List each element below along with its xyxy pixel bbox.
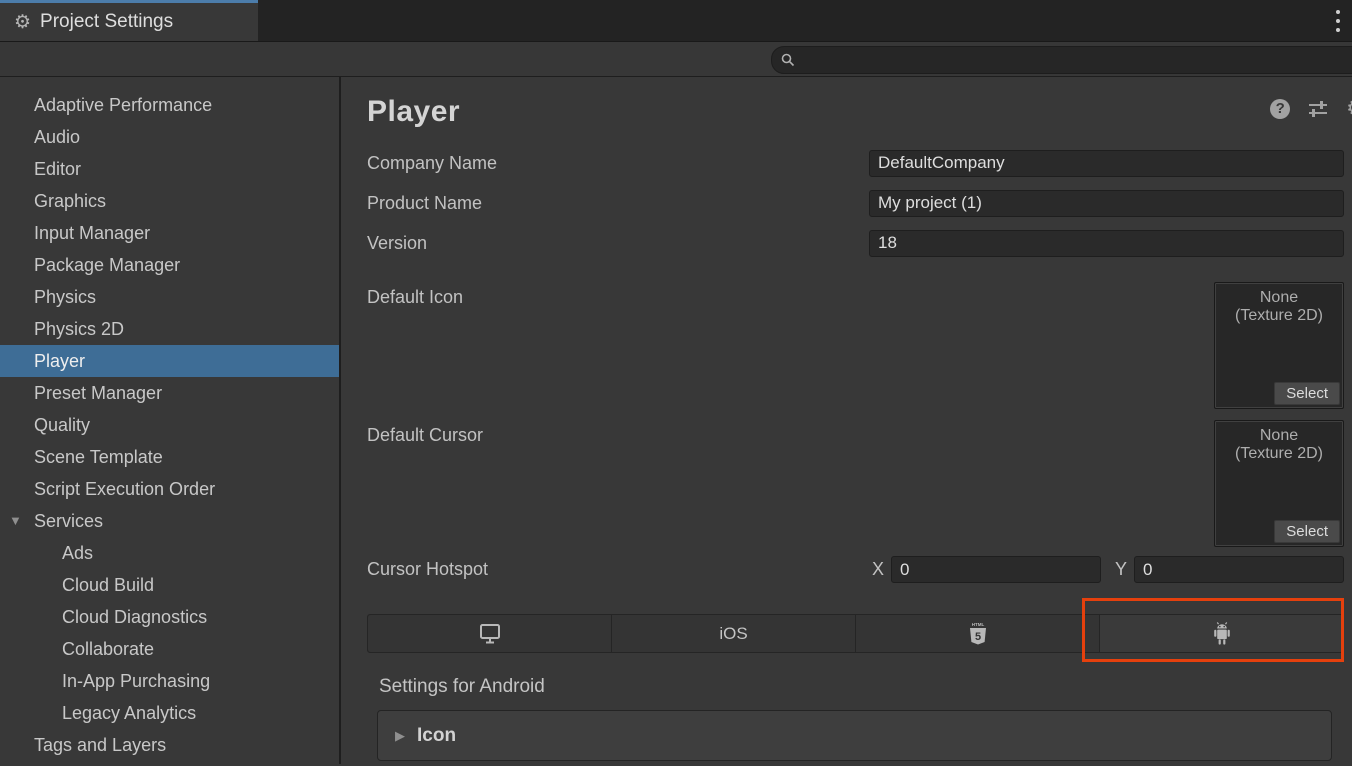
sidebar-item-collaborate[interactable]: Collaborate [0, 633, 339, 665]
sidebar-item-cloud-build[interactable]: Cloud Build [0, 569, 339, 601]
icon-foldout-label: Icon [417, 725, 456, 747]
gear-icon[interactable]: ⚙ [1346, 98, 1352, 119]
more-options-icon[interactable] [1324, 0, 1352, 41]
search-icon [781, 53, 795, 67]
cursor-hotspot-y-field[interactable] [1134, 556, 1344, 583]
product-name-field[interactable] [869, 190, 1344, 217]
sidebar-item-audio[interactable]: Audio [0, 121, 339, 153]
settings-sidebar: Adaptive Performance Audio Editor Graphi… [0, 77, 341, 764]
version-field[interactable] [869, 230, 1344, 257]
svg-text:HTML: HTML [971, 622, 984, 627]
window-title: Project Settings [40, 11, 173, 33]
tab-android[interactable] [1100, 615, 1343, 652]
sidebar-item-graphics[interactable]: Graphics [0, 185, 339, 217]
default-icon-row: Default Icon None (Texture 2D) Select [367, 282, 1344, 409]
ios-tab-label: iOS [719, 624, 747, 644]
sidebar-item-textmesh-pro[interactable]: TextMesh Pro [0, 761, 339, 764]
tab-project-settings[interactable]: ⚙ Project Settings [0, 0, 258, 41]
sidebar-item-in-app-purchasing[interactable]: In-App Purchasing [0, 665, 339, 697]
texture-type-value: (Texture 2D) [1215, 445, 1343, 463]
version-label: Version [367, 233, 869, 254]
sidebar-item-input-manager[interactable]: Input Manager [0, 217, 339, 249]
title-bar-spacer [258, 0, 1324, 41]
android-icon [1209, 621, 1235, 647]
x-axis-label: X [872, 559, 884, 580]
monitor-icon [478, 623, 502, 645]
presets-icon[interactable] [1307, 99, 1329, 119]
svg-text:5: 5 [974, 631, 980, 643]
select-button[interactable]: Select [1274, 382, 1340, 405]
settings-for-android-heading: Settings for Android [379, 676, 1344, 698]
y-axis-label: Y [1115, 559, 1127, 580]
gear-icon: ⚙ [14, 13, 31, 32]
default-cursor-row: Default Cursor None (Texture 2D) Select [367, 420, 1344, 547]
tab-webgl[interactable]: HTML 5 [856, 615, 1100, 652]
default-cursor-object-field[interactable]: None (Texture 2D) Select [1214, 420, 1344, 547]
version-row: Version [367, 229, 1344, 257]
sidebar-item-ads[interactable]: Ads [0, 537, 339, 569]
sidebar-item-physics[interactable]: Physics [0, 281, 339, 313]
company-name-label: Company Name [367, 153, 869, 174]
project-settings-window: ⚙ Project Settings Adaptive Performance … [0, 0, 1352, 766]
search-input[interactable] [801, 52, 1352, 69]
sidebar-item-label: Services [34, 511, 103, 531]
page-title: Player [367, 95, 460, 129]
icon-foldout[interactable]: ▶ Icon [377, 710, 1332, 761]
default-icon-label: Default Icon [367, 287, 463, 409]
chevron-down-icon[interactable]: ▼ [9, 505, 22, 537]
cursor-hotspot-row: Cursor Hotspot X Y [367, 556, 1344, 583]
sidebar-item-preset-manager[interactable]: Preset Manager [0, 377, 339, 409]
product-name-label: Product Name [367, 193, 869, 214]
company-name-row: Company Name [367, 149, 1344, 177]
texture-none-value: None [1215, 427, 1343, 445]
default-cursor-label: Default Cursor [367, 425, 483, 547]
tab-ios[interactable]: iOS [612, 615, 856, 652]
sidebar-item-package-manager[interactable]: Package Manager [0, 249, 339, 281]
chevron-right-icon: ▶ [395, 728, 405, 744]
tab-standalone[interactable] [368, 615, 612, 652]
product-name-row: Product Name [367, 189, 1344, 217]
sidebar-item-cloud-diagnostics[interactable]: Cloud Diagnostics [0, 601, 339, 633]
texture-none-value: None [1215, 289, 1343, 307]
sidebar-item-services[interactable]: ▼ Services [0, 505, 339, 537]
default-icon-object-field[interactable]: None (Texture 2D) Select [1214, 282, 1344, 409]
sidebar-item-script-execution-order[interactable]: Script Execution Order [0, 473, 339, 505]
toolbar [0, 41, 1352, 77]
company-name-field[interactable] [869, 150, 1344, 177]
sidebar-item-player[interactable]: Player [0, 345, 339, 377]
sidebar-item-scene-template[interactable]: Scene Template [0, 441, 339, 473]
platform-tabbar: iOS HTML 5 [367, 614, 1344, 653]
cursor-hotspot-label: Cursor Hotspot [367, 559, 872, 580]
sidebar-item-editor[interactable]: Editor [0, 153, 339, 185]
sidebar-item-quality[interactable]: Quality [0, 409, 339, 441]
sidebar-item-physics-2d[interactable]: Physics 2D [0, 313, 339, 345]
help-icon[interactable]: ? [1270, 99, 1290, 119]
player-settings-panel: Player ? ⚙ Company Name [341, 77, 1352, 764]
sidebar-item-tags-and-layers[interactable]: Tags and Layers [0, 729, 339, 761]
search-box[interactable] [771, 46, 1352, 74]
html5-icon: HTML 5 [967, 621, 989, 647]
select-button[interactable]: Select [1274, 520, 1340, 543]
sidebar-item-legacy-analytics[interactable]: Legacy Analytics [0, 697, 339, 729]
title-bar: ⚙ Project Settings [0, 0, 1352, 41]
sidebar-item-adaptive-performance[interactable]: Adaptive Performance [0, 89, 339, 121]
cursor-hotspot-x-field[interactable] [891, 556, 1101, 583]
texture-type-value: (Texture 2D) [1215, 307, 1343, 325]
